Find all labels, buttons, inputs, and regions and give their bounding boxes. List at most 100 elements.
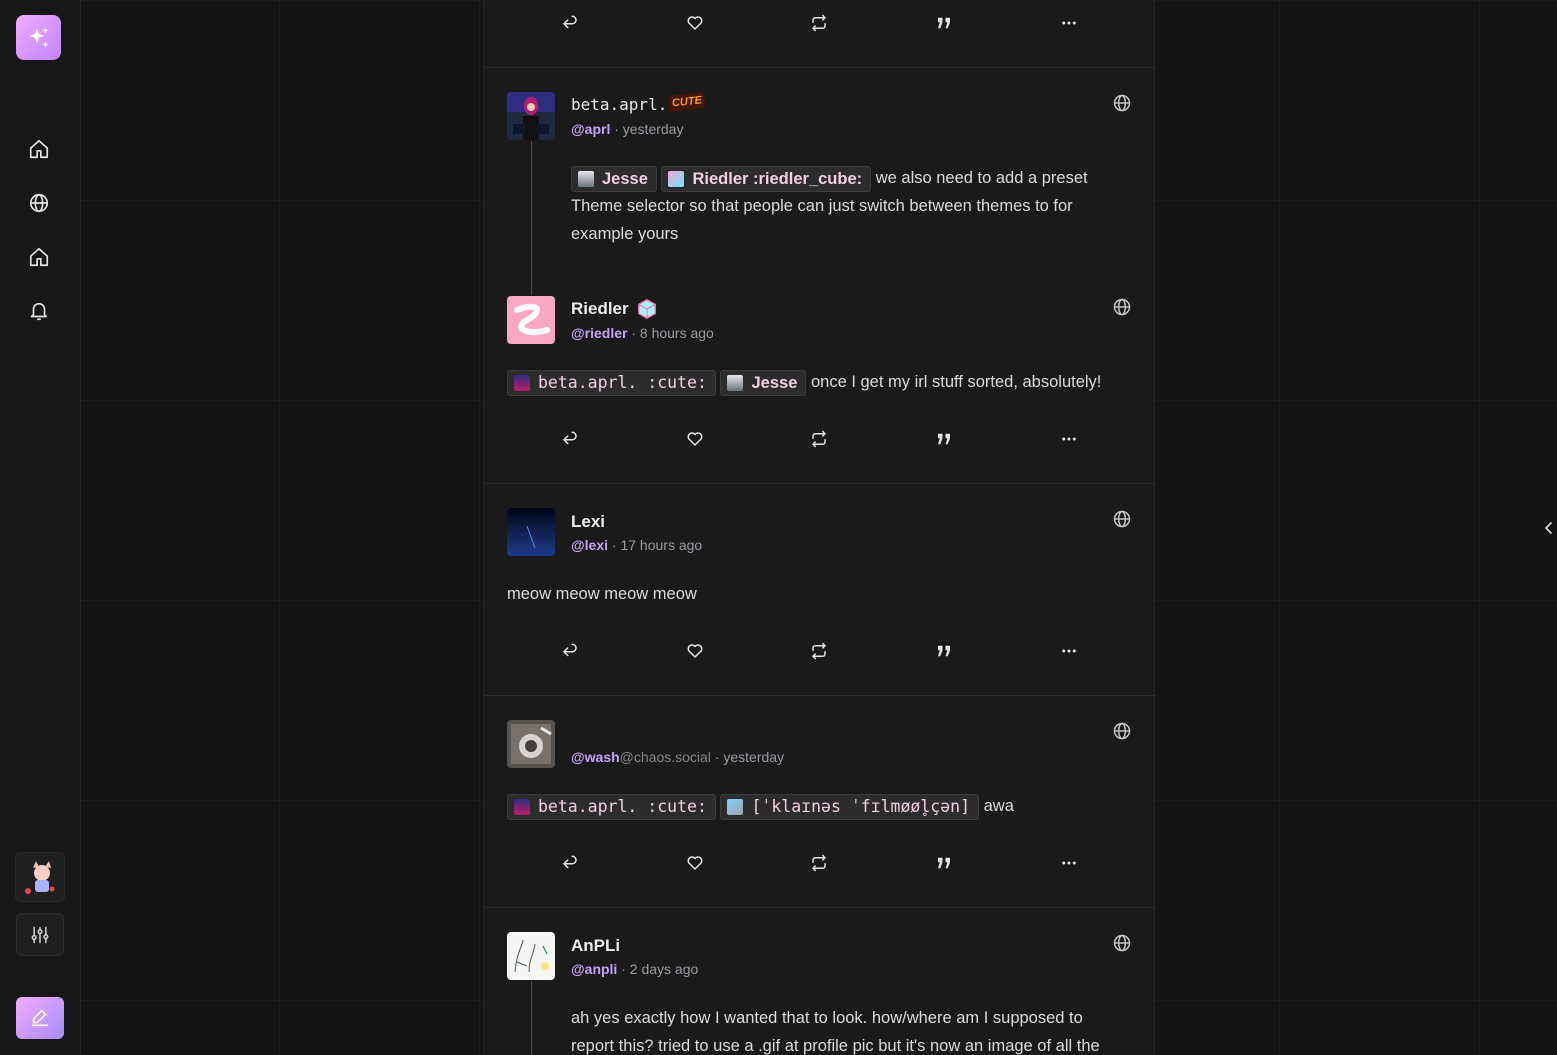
- quote-icon: [938, 645, 950, 657]
- avatar[interactable]: [507, 932, 555, 980]
- reply-button[interactable]: [556, 849, 584, 877]
- display-name[interactable]: Lexi: [571, 512, 605, 532]
- post-actions: [484, 425, 1156, 455]
- divider: [484, 695, 1156, 696]
- boost-button[interactable]: [805, 849, 833, 877]
- display-name[interactable]: beta.aprl.: [571, 95, 667, 114]
- mention-jesse[interactable]: Jesse: [571, 165, 657, 192]
- avatar[interactable]: [507, 296, 555, 344]
- like-button[interactable]: [681, 849, 709, 877]
- mention-kleines-filmoelchen[interactable]: [ˈklaɪnəs ˈfɪlmøøl̥çən]: [720, 793, 980, 820]
- user-avatar-button[interactable]: [15, 852, 65, 902]
- app-logo[interactable]: [16, 15, 61, 60]
- compose-button[interactable]: [16, 997, 64, 1039]
- post-time[interactable]: · yesterday: [614, 121, 683, 137]
- sliders-icon: [31, 926, 49, 943]
- more-button[interactable]: [1055, 849, 1083, 877]
- quote-button[interactable]: [930, 425, 958, 453]
- quote-button[interactable]: [930, 637, 958, 665]
- post-time[interactable]: · 2 days ago: [621, 961, 698, 977]
- user-handle[interactable]: @anpli: [571, 961, 617, 977]
- like-button[interactable]: [681, 425, 709, 453]
- user-handle[interactable]: @lexi: [571, 537, 608, 553]
- user-server: @chaos.social: [619, 749, 711, 765]
- avatar: [16, 853, 64, 901]
- display-name[interactable]: Riedler: [571, 299, 629, 319]
- reply-icon: [563, 855, 577, 869]
- boost-button[interactable]: [805, 9, 833, 37]
- post-content: beta.aprl. :cute: [ˈklaɪnəs ˈfɪlmøøl̥çən…: [507, 792, 1137, 820]
- avatar[interactable]: [507, 508, 555, 556]
- quote-button[interactable]: [930, 849, 958, 877]
- like-button[interactable]: [681, 637, 709, 665]
- nav-global[interactable]: [26, 190, 52, 216]
- post-actions: [484, 849, 1156, 879]
- globe-icon[interactable]: [1112, 297, 1132, 317]
- post-content: beta.aprl. :cute: Jesse once I get my ir…: [507, 368, 1137, 396]
- mention-riedler[interactable]: Riedler :riedler_cube:: [661, 165, 872, 192]
- avatar[interactable]: [507, 92, 555, 140]
- post-text: awa: [983, 797, 1014, 815]
- timeline-column: beta.aprl. CUTE @aprl · yesterday Jesse …: [483, 0, 1156, 1055]
- more-icon: [1062, 437, 1076, 441]
- reply-button[interactable]: [556, 425, 584, 453]
- quote-icon: [938, 17, 950, 29]
- post-content: meow meow meow meow: [507, 580, 1137, 608]
- heart-icon: [687, 432, 703, 446]
- repeat-icon: [812, 14, 826, 32]
- divider: [484, 67, 1156, 68]
- post-time[interactable]: · yesterday: [715, 749, 784, 765]
- heart-icon: [687, 856, 703, 870]
- user-handle[interactable]: @aprl: [571, 121, 610, 137]
- display-name[interactable]: AnPLi: [571, 936, 620, 956]
- bell-icon: [30, 302, 48, 321]
- post-actions: [484, 637, 1156, 667]
- boost-button[interactable]: [805, 425, 833, 453]
- quote-button[interactable]: [930, 9, 958, 37]
- mention-beta-aprl[interactable]: beta.aprl. :cute:: [507, 369, 716, 396]
- post-actions: [484, 9, 1156, 39]
- settings-button[interactable]: [16, 913, 64, 956]
- post-text: report this? tried to use a .gif at prof…: [571, 1037, 1100, 1055]
- globe-icon[interactable]: [1112, 721, 1132, 741]
- user-handle[interactable]: @wash: [571, 749, 620, 765]
- nav-home[interactable]: [26, 136, 52, 162]
- divider: [484, 907, 1156, 908]
- sidebar: [0, 0, 81, 1055]
- nav-local[interactable]: [26, 244, 52, 270]
- globe-icon[interactable]: [1112, 93, 1132, 113]
- nav-notifications[interactable]: [26, 298, 52, 324]
- post-meta: @anpli · 2 days ago: [571, 961, 698, 977]
- post-meta: @wash@chaos.social · yesterday: [571, 749, 784, 765]
- chevron-left-icon[interactable]: [1543, 520, 1555, 536]
- post-text: meow meow meow meow: [507, 585, 697, 603]
- more-button[interactable]: [1055, 425, 1083, 453]
- reply-button[interactable]: [556, 637, 584, 665]
- post-time[interactable]: · 8 hours ago: [631, 325, 714, 341]
- reply-icon: [563, 431, 577, 445]
- heart-icon: [687, 644, 703, 658]
- avatar[interactable]: [507, 720, 555, 768]
- post-text: once I get my irl stuff sorted, absolute…: [810, 373, 1102, 391]
- user-handle[interactable]: @riedler: [571, 325, 627, 341]
- divider: [484, 483, 1156, 484]
- compose-icon: [31, 1009, 49, 1027]
- post-time[interactable]: · 17 hours ago: [612, 537, 702, 553]
- more-button[interactable]: [1055, 9, 1083, 37]
- mention-beta-aprl[interactable]: beta.aprl. :cute:: [507, 793, 716, 820]
- post-text: ah yes exactly how I wanted that to look…: [571, 1009, 1083, 1027]
- post-content: ah yes exactly how I wanted that to look…: [571, 1004, 1141, 1055]
- more-button[interactable]: [1055, 637, 1083, 665]
- mini-avatar: [727, 374, 744, 391]
- more-icon: [1062, 649, 1076, 653]
- boost-button[interactable]: [805, 637, 833, 665]
- mention-jesse[interactable]: Jesse: [720, 369, 807, 396]
- reply-button[interactable]: [556, 9, 584, 37]
- repeat-icon: [812, 642, 826, 660]
- heart-icon: [687, 16, 703, 30]
- mini-avatar: [514, 798, 530, 815]
- globe-icon[interactable]: [1112, 509, 1132, 529]
- like-button[interactable]: [681, 9, 709, 37]
- more-icon: [1062, 21, 1076, 25]
- globe-icon[interactable]: [1112, 933, 1132, 953]
